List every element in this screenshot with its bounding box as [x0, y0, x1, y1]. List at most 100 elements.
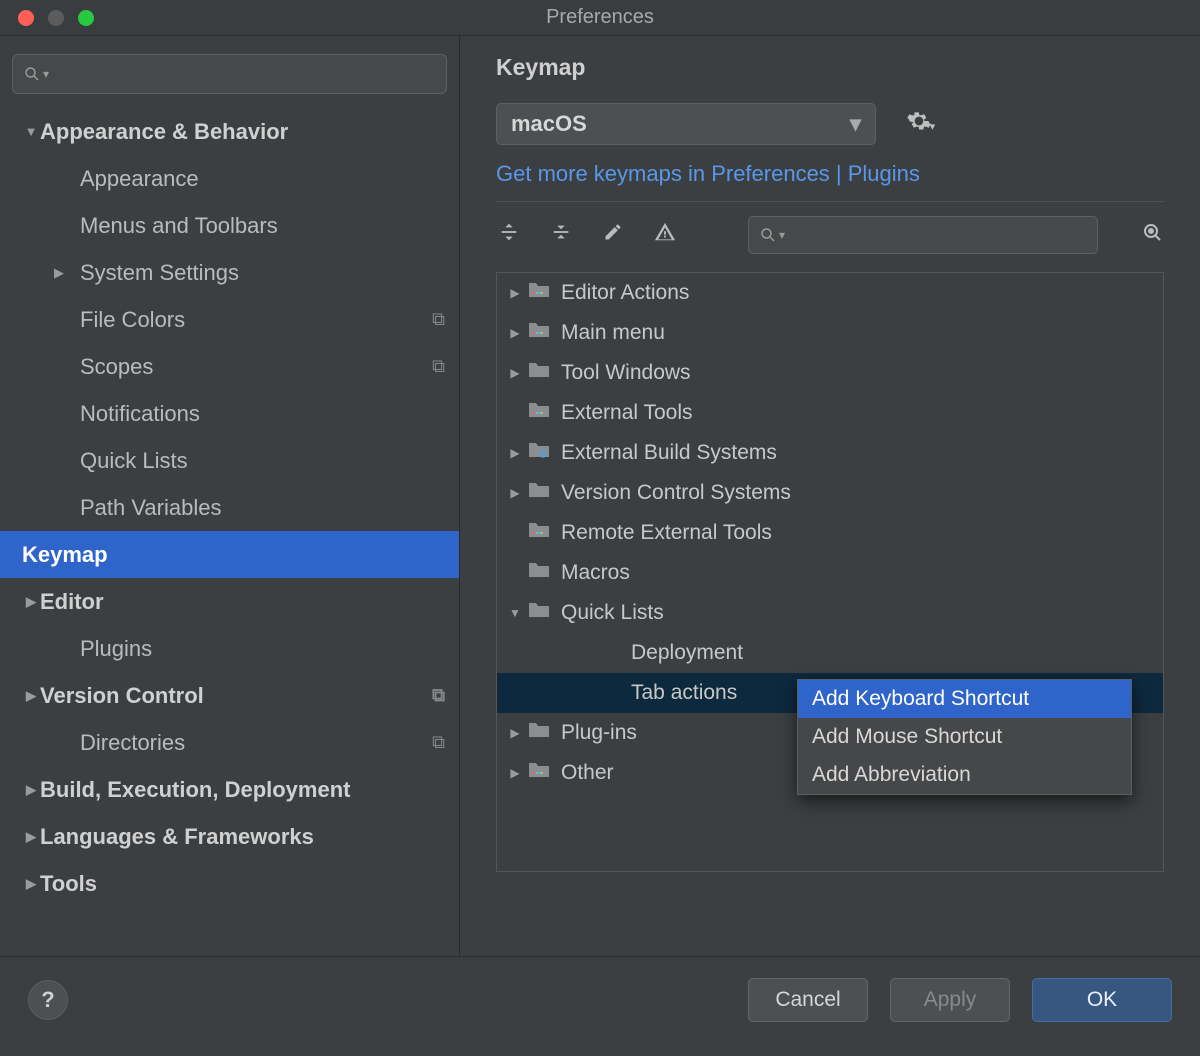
- sidebar-item-quick-lists[interactable]: Quick Lists: [0, 437, 459, 484]
- search-icon: [759, 226, 777, 244]
- sidebar-item-directories[interactable]: Directories⧉: [0, 719, 459, 766]
- sidebar-item-label: Tools: [40, 871, 97, 897]
- action-label: External Build Systems: [561, 441, 777, 465]
- collapse-all-icon[interactable]: [548, 221, 574, 249]
- sidebar-item-appearance[interactable]: Appearance: [0, 155, 459, 202]
- action-row-external-build-systems[interactable]: ▶ External Build Systems: [497, 433, 1163, 473]
- search-dropdown-icon[interactable]: ▾: [43, 67, 49, 81]
- sidebar-item-keymap[interactable]: Keymap: [0, 531, 459, 578]
- context-menu-item-add-keyboard-shortcut[interactable]: Add Keyboard Shortcut: [798, 680, 1131, 718]
- sidebar-item-label: Plugins: [50, 636, 152, 662]
- action-label: Macros: [561, 561, 630, 585]
- sidebar-item-build-execution-deployment[interactable]: ▶Build, Execution, Deployment: [0, 766, 459, 813]
- sidebar-item-label: Path Variables: [50, 495, 221, 521]
- action-row-macros[interactable]: Macros: [497, 553, 1163, 593]
- keymap-toolbar: ▾: [496, 216, 1164, 254]
- project-scope-icon: ⧉: [432, 685, 445, 706]
- sidebar-item-tools[interactable]: ▶Tools: [0, 860, 459, 907]
- edit-icon[interactable]: [600, 222, 626, 248]
- folder-color-icon: [527, 520, 555, 546]
- apply-button[interactable]: Apply: [890, 978, 1010, 1022]
- action-search-input[interactable]: ▾: [748, 216, 1098, 254]
- action-row-main-menu[interactable]: ▶ Main menu: [497, 313, 1163, 353]
- folder-icon: [527, 360, 555, 386]
- chevron-right-icon: ▶: [22, 688, 40, 704]
- chevron-right-icon: ▶: [50, 265, 68, 281]
- chevron-down-icon: ▼: [22, 124, 40, 139]
- action-label: Main menu: [561, 321, 665, 345]
- sidebar-search-input[interactable]: ▾: [12, 54, 447, 94]
- folder-gear-icon: [527, 440, 555, 466]
- sidebar-item-appearance-behavior[interactable]: ▼Appearance & Behavior: [0, 108, 459, 155]
- chevron-down-icon: ▾: [850, 111, 861, 137]
- search-dropdown-icon[interactable]: ▾: [779, 228, 785, 242]
- sidebar-item-label: Keymap: [22, 542, 108, 568]
- sidebar-item-label: File Colors: [50, 307, 185, 333]
- sidebar-item-system-settings[interactable]: ▶System Settings: [0, 249, 459, 296]
- sidebar-item-file-colors[interactable]: File Colors⧉: [0, 296, 459, 343]
- chevron-right-icon: ▶: [22, 829, 40, 845]
- action-label: External Tools: [561, 401, 693, 425]
- chevron-right-icon: ▶: [503, 326, 527, 340]
- action-row-quick-lists[interactable]: ▼Quick Lists: [497, 593, 1163, 633]
- gear-icon[interactable]: ▾: [906, 108, 943, 140]
- get-more-keymaps-link[interactable]: Get more keymaps in Preferences | Plugin…: [496, 161, 1164, 187]
- titlebar: Preferences: [0, 0, 1200, 36]
- preferences-main-panel: Keymap macOS ▾ ▾ Get more keymaps in Pre…: [460, 36, 1200, 956]
- folder-icon: [527, 560, 555, 586]
- action-label: Tool Windows: [561, 361, 691, 385]
- sidebar-item-languages-frameworks[interactable]: ▶Languages & Frameworks: [0, 813, 459, 860]
- warning-icon[interactable]: [652, 221, 678, 249]
- close-window-button[interactable]: [18, 10, 34, 26]
- context-menu: Add Keyboard ShortcutAdd Mouse ShortcutA…: [797, 679, 1132, 795]
- sidebar-item-label: Version Control: [40, 683, 204, 709]
- ok-button[interactable]: OK: [1032, 978, 1172, 1022]
- folder-color-icon: [527, 320, 555, 346]
- window-controls: [0, 10, 94, 26]
- page-heading: Keymap: [496, 54, 1164, 81]
- action-row-remote-external-tools[interactable]: Remote External Tools: [497, 513, 1163, 553]
- chevron-down-icon: ▼: [503, 606, 527, 620]
- action-row-tool-windows[interactable]: ▶ Tool Windows: [497, 353, 1163, 393]
- chevron-right-icon: ▶: [503, 286, 527, 300]
- chevron-right-icon: ▶: [503, 366, 527, 380]
- action-row-editor-actions[interactable]: ▶Editor Actions: [497, 273, 1163, 313]
- keymap-scheme-select[interactable]: macOS ▾: [496, 103, 876, 145]
- sidebar-item-version-control[interactable]: ▶Version Control ⧉: [0, 672, 459, 719]
- action-row-deployment[interactable]: Deployment: [497, 633, 1163, 673]
- sidebar-item-label: Editor: [40, 589, 104, 615]
- folder-color-icon: [527, 400, 555, 426]
- action-row-version-control-systems[interactable]: ▶Version Control Systems: [497, 473, 1163, 513]
- search-icon: [23, 65, 41, 83]
- sidebar-item-plugins[interactable]: Plugins: [0, 625, 459, 672]
- action-label: Tab actions: [631, 681, 737, 705]
- sidebar-item-scopes[interactable]: Scopes⧉: [0, 343, 459, 390]
- sidebar-item-path-variables[interactable]: Path Variables: [0, 484, 459, 531]
- cancel-button[interactable]: Cancel: [748, 978, 868, 1022]
- action-label: Remote External Tools: [561, 521, 772, 545]
- minimize-window-button[interactable]: [48, 10, 64, 26]
- chevron-right-icon: ▶: [22, 782, 40, 798]
- action-label: Plug-ins: [561, 721, 637, 745]
- chevron-right-icon: ▶: [503, 446, 527, 460]
- context-menu-item-add-mouse-shortcut[interactable]: Add Mouse Shortcut: [798, 718, 1131, 756]
- sidebar-item-label: Appearance & Behavior: [40, 119, 288, 145]
- expand-all-icon[interactable]: [496, 221, 522, 249]
- context-menu-item-add-abbreviation[interactable]: Add Abbreviation: [798, 756, 1131, 794]
- preferences-sidebar: ▾ ▼Appearance & Behavior Appearance Menus …: [0, 36, 460, 956]
- action-row-external-tools[interactable]: External Tools: [497, 393, 1163, 433]
- sidebar-item-notifications[interactable]: Notifications: [0, 390, 459, 437]
- sidebar-item-editor[interactable]: ▶Editor: [0, 578, 459, 625]
- project-scope-icon: ⧉: [432, 732, 445, 753]
- dialog-footer: ? Cancel Apply OK: [0, 956, 1200, 1042]
- action-tree[interactable]: ▶Editor Actions▶Main menu▶Tool WindowsEx…: [496, 272, 1164, 872]
- window-title: Preferences: [546, 6, 654, 29]
- maximize-window-button[interactable]: [78, 10, 94, 26]
- help-button[interactable]: ?: [28, 980, 68, 1020]
- folder-color-icon: [527, 760, 555, 786]
- chevron-right-icon: ▶: [503, 726, 527, 740]
- sidebar-item-menus-and-toolbars[interactable]: Menus and Toolbars: [0, 202, 459, 249]
- find-by-shortcut-icon[interactable]: [1140, 220, 1164, 250]
- sidebar-item-label: Appearance: [50, 166, 199, 192]
- sidebar-item-label: Menus and Toolbars: [50, 213, 278, 239]
